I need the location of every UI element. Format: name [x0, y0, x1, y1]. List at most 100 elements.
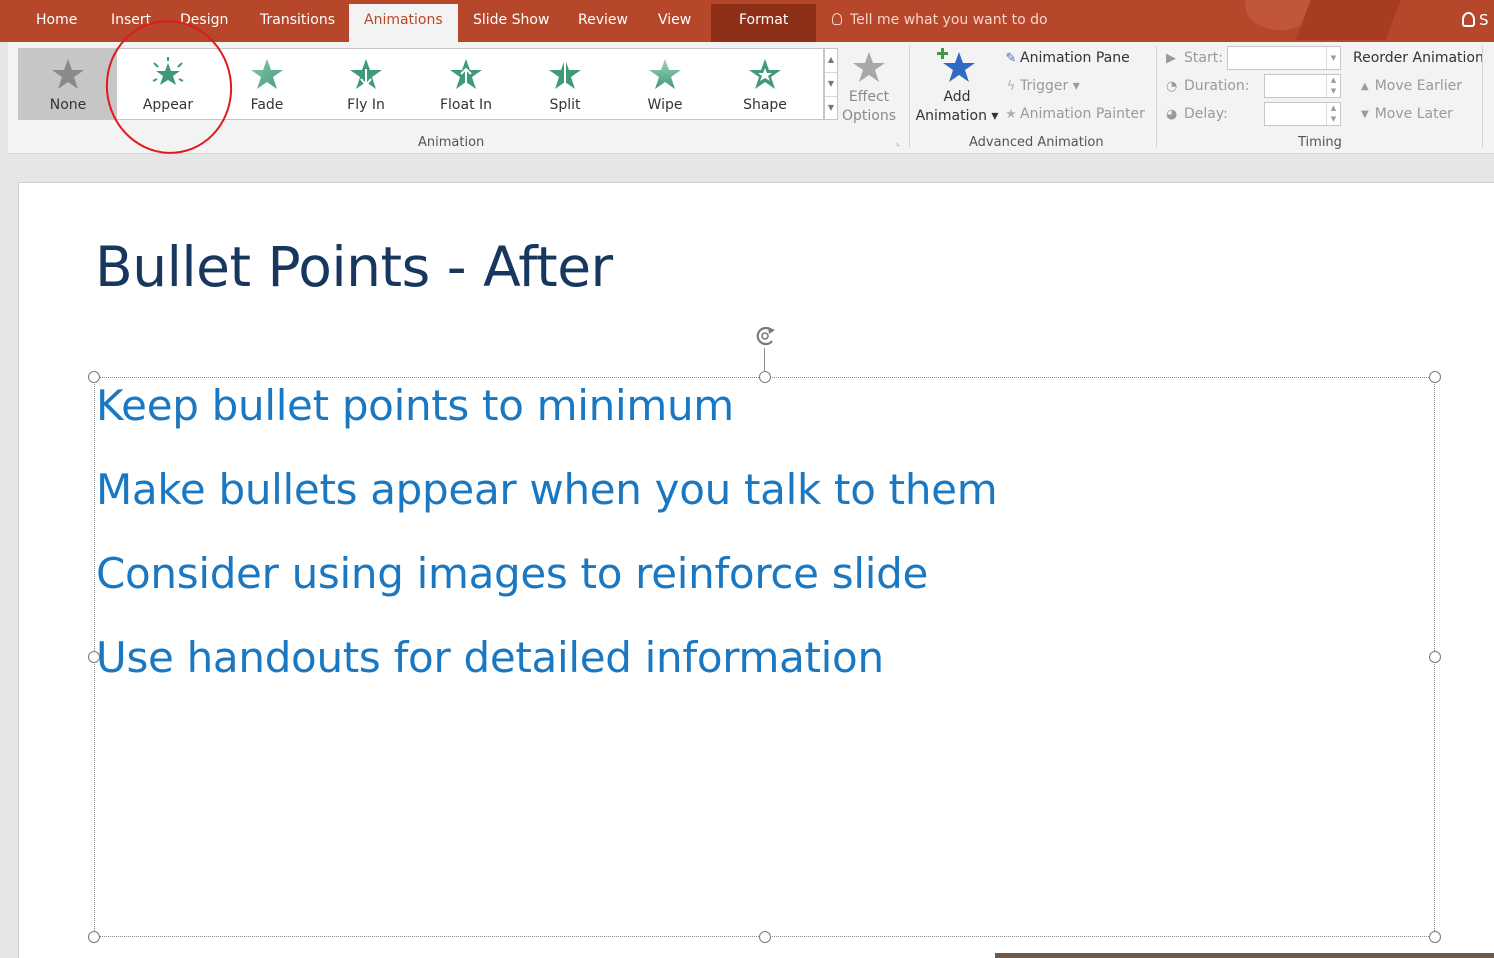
animation-pane-button[interactable]: ✎ Animation Pane	[1002, 50, 1130, 66]
trigger-button[interactable]: ϟ Trigger ▾	[1002, 78, 1080, 94]
animations-ribbon: None Appear Fade Fly In Float In Split W…	[8, 42, 1494, 154]
resize-handle[interactable]	[1429, 931, 1441, 943]
tab-design[interactable]: Design	[180, 12, 228, 28]
tab-view[interactable]: View	[658, 12, 691, 28]
resize-handle[interactable]	[1429, 371, 1441, 383]
start-select[interactable]: ▼	[1227, 46, 1341, 70]
gallery-item-fly-in[interactable]: Fly In	[317, 49, 415, 119]
star-appear-icon	[152, 57, 184, 85]
background-decoration	[1295, 0, 1405, 40]
tell-me-search[interactable]: Tell me what you want to do	[832, 12, 1048, 28]
duration-row: ◔ Duration:	[1166, 78, 1250, 94]
gallery-label: None	[49, 97, 87, 113]
resize-handle[interactable]	[759, 371, 771, 383]
gallery-item-appear[interactable]: Appear	[119, 49, 217, 119]
slide-canvas[interactable]: Bullet Points - After Keep bullet points…	[18, 182, 1494, 958]
resize-handle[interactable]	[1429, 651, 1441, 663]
gallery-label: Fade	[250, 97, 284, 113]
start-row: ▶ Start:	[1166, 50, 1223, 66]
gallery-item-float-in[interactable]: Float In	[417, 49, 515, 119]
resize-handle[interactable]	[88, 931, 100, 943]
effect-options-button[interactable]: Effect Options	[840, 50, 898, 126]
duration-spinner[interactable]: ▲ ▼	[1264, 74, 1341, 98]
resize-handle[interactable]	[759, 931, 771, 943]
gallery-scrollbar[interactable]: ▲ ▼ ▼	[824, 48, 838, 120]
add-animation-line2: Animation ▾	[915, 108, 999, 124]
slide-title[interactable]: Bullet Points - After	[95, 235, 613, 299]
trigger-label: Trigger	[1020, 78, 1069, 94]
bullet-item[interactable]: Consider using images to reinforce slide	[96, 549, 928, 598]
tab-transitions[interactable]: Transitions	[260, 12, 335, 28]
gallery-label: Fly In	[347, 97, 385, 113]
add-animation-label: Animation	[915, 108, 987, 124]
dialog-launcher-icon[interactable]: ⌞	[896, 138, 900, 148]
gallery-item-split[interactable]: Split	[516, 49, 614, 119]
rotate-handle-icon[interactable]	[750, 321, 780, 351]
gallery-item-shape[interactable]: Shape	[716, 49, 814, 119]
tab-review[interactable]: Review	[578, 12, 628, 28]
person-icon	[1462, 12, 1475, 27]
tab-format[interactable]: Format	[711, 4, 817, 42]
gallery-more-icon[interactable]: ▼	[825, 97, 837, 121]
move-later-button[interactable]: ▼ Move Later	[1353, 106, 1453, 122]
group-label-animation: Animation	[418, 135, 485, 150]
gallery-item-none[interactable]: None	[19, 49, 117, 119]
tab-animations[interactable]: Animations	[349, 4, 458, 42]
gallery-label: Split	[549, 97, 581, 113]
lightning-icon: ϟ	[1006, 79, 1016, 94]
delay-row: ◕ Delay:	[1166, 106, 1228, 122]
add-animation-button[interactable]: Add Animation ▾	[914, 46, 1000, 126]
triangle-up-icon: ▲	[1361, 81, 1369, 92]
gallery-label: Wipe	[647, 97, 683, 113]
star-fade-icon	[251, 59, 283, 89]
play-icon: ▶	[1166, 51, 1176, 66]
tab-home[interactable]: Home	[36, 12, 77, 28]
add-animation-icon	[937, 48, 975, 82]
star-wipe-icon	[649, 59, 681, 89]
gallery-item-fade[interactable]: Fade	[218, 49, 316, 119]
scroll-down-icon[interactable]: ▼	[825, 73, 837, 97]
ribbon-tab-bar: Home Insert Design Transitions Animation…	[0, 0, 1494, 42]
group-divider	[909, 46, 910, 148]
bullet-item[interactable]: Make bullets appear when you talk to the…	[96, 465, 998, 514]
clock-icon: ◔	[1166, 79, 1178, 94]
tab-insert[interactable]: Insert	[111, 12, 151, 28]
painter-icon: ★	[1005, 107, 1017, 122]
effect-options-line2: Options	[841, 108, 897, 124]
delay-spinner[interactable]: ▲ ▼	[1264, 102, 1341, 126]
sign-in-button[interactable]: S	[1462, 11, 1489, 29]
spinner-arrows-icon: ▲ ▼	[1326, 75, 1340, 97]
group-divider	[1156, 46, 1157, 148]
animation-painter-button[interactable]: ★ Animation Painter	[1002, 106, 1145, 122]
bullet-item[interactable]: Keep bullet points to minimum	[96, 381, 734, 430]
triangle-down-icon: ▼	[1361, 109, 1369, 120]
powerpoint-window: Home Insert Design Transitions Animation…	[0, 0, 1494, 958]
star-floatin-icon	[450, 59, 482, 89]
start-label: Start:	[1184, 50, 1223, 66]
lightbulb-icon	[832, 13, 842, 25]
spinner-arrows-icon: ▲ ▼	[1326, 103, 1340, 125]
effect-star-icon	[853, 52, 885, 82]
move-later-label: Move Later	[1374, 106, 1453, 122]
add-animation-line1: Add	[943, 89, 971, 105]
reorder-animation-title: Reorder Animation	[1353, 50, 1484, 66]
gallery-label: Float In	[439, 97, 493, 113]
move-earlier-button[interactable]: ▲ Move Earlier	[1353, 78, 1462, 94]
duration-label: Duration:	[1184, 78, 1250, 94]
gallery-label: Appear	[142, 97, 194, 113]
gallery-item-wipe[interactable]: Wipe	[616, 49, 714, 119]
tell-me-text: Tell me what you want to do	[850, 12, 1048, 28]
effect-options-line1: Effect	[848, 89, 890, 105]
animation-pane-icon: ✎	[1005, 51, 1017, 66]
animation-painter-label: Animation Painter	[1020, 106, 1145, 122]
group-label-advanced-animation: Advanced Animation	[969, 135, 1104, 150]
bullet-item[interactable]: Use handouts for detailed information	[96, 633, 884, 682]
group-label-timing: Timing	[1298, 135, 1342, 150]
star-flyin-icon	[350, 59, 382, 89]
gallery-label: Shape	[743, 97, 787, 113]
move-earlier-label: Move Earlier	[1374, 78, 1463, 94]
tab-slide-show[interactable]: Slide Show	[473, 12, 549, 28]
scroll-up-icon[interactable]: ▲	[825, 49, 837, 73]
group-divider	[1482, 46, 1483, 148]
delay-label: Delay:	[1184, 106, 1228, 122]
